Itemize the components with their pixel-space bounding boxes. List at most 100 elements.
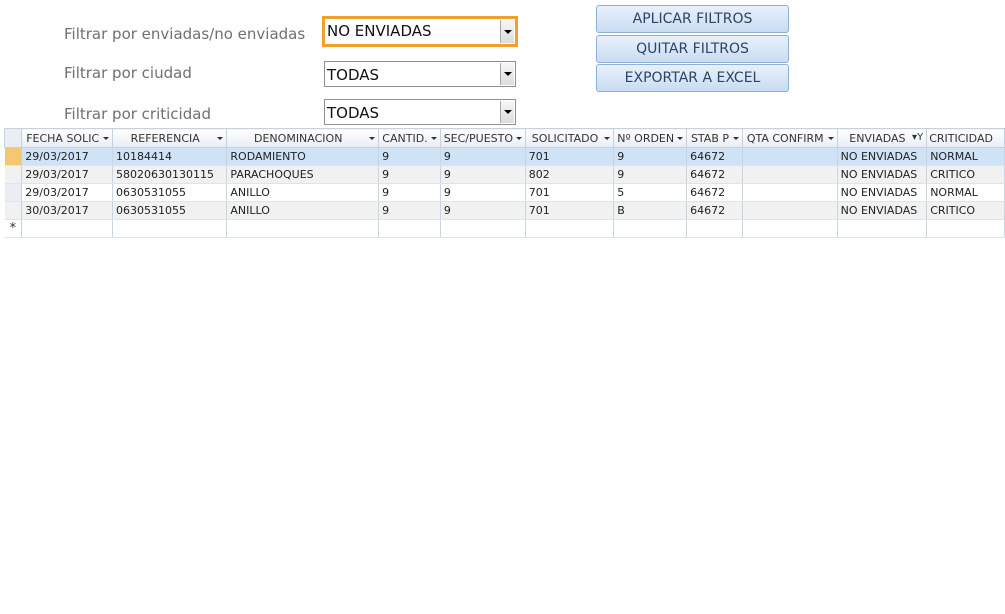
sort-arrow-icon[interactable] (515, 137, 522, 140)
table-cell[interactable]: ANILLO (226, 183, 380, 202)
table-cell[interactable] (742, 165, 838, 184)
table-cell[interactable]: CRITICO (926, 165, 1005, 184)
table-cell[interactable]: CRITICO (926, 201, 1005, 220)
table-cell[interactable] (742, 201, 838, 220)
table-cell[interactable] (112, 219, 228, 238)
filter-funnel-icon[interactable]: ▾Y (912, 132, 923, 143)
table-row[interactable]: 30/03/2017 0630531055 ANILLO 9 9 701 B 6… (4, 201, 1005, 220)
table-cell[interactable]: 30/03/2017 (21, 201, 114, 220)
sort-arrow-icon[interactable] (827, 137, 834, 140)
table-cell[interactable]: ANILLO (226, 201, 380, 220)
table-cell[interactable] (742, 183, 838, 202)
table-cell[interactable]: 9 (440, 201, 526, 220)
table-cell[interactable]: NO ENVIADAS (837, 147, 928, 166)
table-cell[interactable]: 64672 (686, 165, 743, 184)
col-header-fecha[interactable]: FECHA SOLIC (21, 128, 114, 148)
sort-arrow-icon[interactable] (604, 137, 611, 140)
table-cell[interactable]: 29/03/2017 (21, 147, 114, 166)
table-cell[interactable] (440, 219, 526, 238)
col-header-num-orden[interactable]: Nº ORDEN (613, 128, 688, 148)
new-record-selector[interactable]: * (4, 219, 23, 238)
table-cell[interactable]: 29/03/2017 (21, 183, 114, 202)
col-header-cantidad[interactable]: CANTID. (378, 128, 441, 148)
table-cell[interactable]: 9 (440, 147, 526, 166)
table-row[interactable]: 29/03/2017 58020630130115 PARACHOQUES 9 … (4, 165, 1005, 184)
table-cell[interactable]: 701 (525, 183, 615, 202)
header-row: FECHA SOLIC REFERENCIA DENOMINACION CANT… (3, 128, 1005, 148)
table-cell[interactable]: 701 (525, 201, 615, 220)
results-datasheet: FECHA SOLIC REFERENCIA DENOMINACION CANT… (3, 128, 1005, 238)
table-cell[interactable] (837, 219, 928, 238)
table-cell[interactable] (742, 219, 838, 238)
table-cell[interactable]: 64672 (686, 183, 743, 202)
table-cell[interactable] (742, 147, 838, 166)
export-excel-button[interactable]: EXPORTAR A EXCEL (596, 64, 789, 92)
col-header-criticidad[interactable]: CRITICIDAD (926, 128, 1005, 148)
apply-filters-button[interactable]: APLICAR FILTROS (596, 5, 789, 33)
table-cell[interactable]: NORMAL (926, 183, 1005, 202)
filter-ciudad-combo[interactable]: TODAS (324, 61, 516, 87)
filter-ciudad-value: TODAS (327, 66, 380, 84)
col-header-qta-confirm[interactable]: QTA CONFIRM (741, 128, 838, 148)
table-cell[interactable] (226, 219, 380, 238)
table-cell[interactable]: B (613, 201, 688, 220)
table-cell[interactable] (378, 219, 441, 238)
table-cell[interactable]: NO ENVIADAS (837, 165, 928, 184)
table-cell[interactable]: 701 (525, 147, 615, 166)
table-cell[interactable]: 29/03/2017 (21, 165, 114, 184)
table-cell[interactable] (926, 219, 1005, 238)
col-header-solicitado[interactable]: SOLICITADO (524, 128, 615, 148)
filter-enviadas-combo[interactable]: NO ENVIADAS (322, 16, 518, 47)
table-cell[interactable] (21, 219, 114, 238)
table-cell[interactable]: 9 (378, 201, 441, 220)
table-cell[interactable]: PARACHOQUES (226, 165, 380, 184)
table-cell[interactable]: 9 (378, 183, 441, 202)
new-record-icon: * (9, 221, 17, 236)
col-header-stab-p[interactable]: STAB P (686, 128, 743, 148)
sort-arrow-icon[interactable] (369, 137, 376, 140)
chevron-down-icon[interactable] (500, 101, 514, 123)
sort-arrow-icon[interactable] (430, 137, 437, 140)
table-cell[interactable]: NORMAL (926, 147, 1005, 166)
chevron-down-icon[interactable] (500, 63, 514, 85)
row-selector[interactable] (4, 165, 23, 184)
table-cell[interactable]: 64672 (686, 201, 743, 220)
table-cell[interactable]: 10184414 (112, 147, 228, 166)
clear-filters-button[interactable]: QUITAR FILTROS (596, 35, 789, 63)
table-cell[interactable]: 0630531055 (112, 183, 228, 202)
row-selector[interactable] (4, 147, 23, 166)
table-cell[interactable]: 9 (613, 165, 688, 184)
table-cell[interactable]: 802 (525, 165, 615, 184)
table-row[interactable]: 29/03/2017 0630531055 ANILLO 9 9 701 5 6… (4, 183, 1005, 202)
table-cell[interactable]: 9 (378, 147, 441, 166)
new-record-row[interactable]: * (4, 219, 1005, 238)
table-cell[interactable]: 0630531055 (112, 201, 228, 220)
table-cell[interactable]: 58020630130115 (112, 165, 228, 184)
sort-arrow-icon[interactable] (677, 137, 684, 140)
table-cell[interactable]: 9 (440, 165, 526, 184)
table-cell[interactable] (525, 219, 615, 238)
table-cell[interactable]: 9 (378, 165, 441, 184)
table-cell[interactable]: 9 (613, 147, 688, 166)
table-cell[interactable]: NO ENVIADAS (837, 201, 928, 220)
col-header-sec-puesto[interactable]: SEC/PUESTO (439, 128, 526, 148)
row-selector[interactable] (4, 183, 23, 202)
table-cell[interactable]: RODAMIENTO (226, 147, 380, 166)
table-cell[interactable]: 64672 (686, 147, 743, 166)
table-cell[interactable]: NO ENVIADAS (837, 183, 928, 202)
table-cell[interactable]: 9 (440, 183, 526, 202)
table-row[interactable]: 29/03/2017 10184414 RODAMIENTO 9 9 701 9… (4, 147, 1005, 166)
sort-arrow-icon[interactable] (217, 137, 224, 140)
filter-criticidad-combo[interactable]: TODAS (324, 99, 516, 125)
col-header-denominacion[interactable]: DENOMINACION (226, 128, 380, 148)
select-all-cell[interactable] (3, 128, 23, 148)
table-cell[interactable] (686, 219, 743, 238)
col-header-enviadas[interactable]: ENVIADAS ▾Y (836, 128, 928, 148)
row-selector[interactable] (4, 201, 23, 220)
table-cell[interactable]: 5 (613, 183, 688, 202)
table-cell[interactable] (613, 219, 688, 238)
sort-arrow-icon[interactable] (103, 137, 110, 140)
sort-arrow-icon[interactable] (732, 137, 739, 140)
col-header-referencia[interactable]: REFERENCIA (112, 128, 228, 148)
chevron-down-icon[interactable] (500, 20, 514, 43)
